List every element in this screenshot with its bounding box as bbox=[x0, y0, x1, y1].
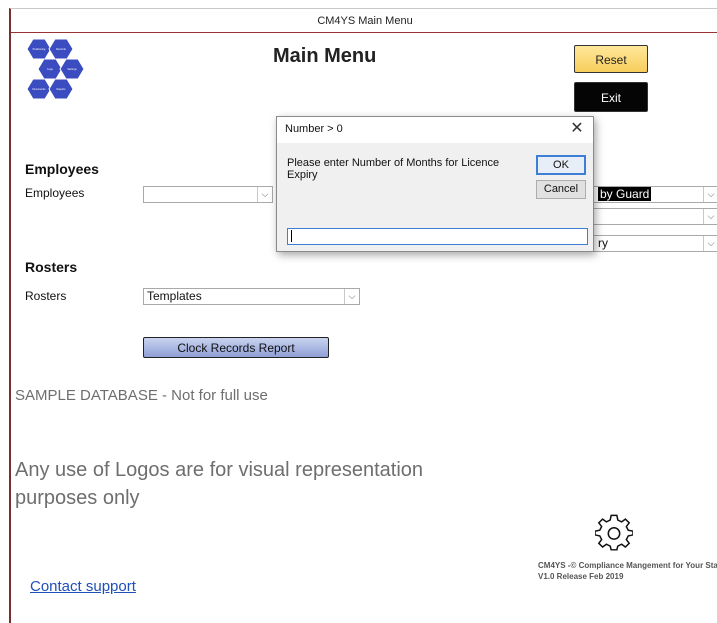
copyright-text: CM4YS -© Compliance Mangement for Your S… bbox=[538, 561, 717, 581]
logo-text-5: Documents bbox=[32, 87, 46, 91]
sample-database-notice: SAMPLE DATABASE - Not for full use bbox=[15, 387, 268, 404]
rosters-combo[interactable]: Templates ⌵ bbox=[143, 288, 360, 305]
page-title: Main Menu bbox=[273, 45, 377, 67]
dialog-body: Please enter Number of Months for Licenc… bbox=[277, 143, 593, 251]
chevron-down-icon[interactable]: ⌵ bbox=[703, 209, 717, 224]
clock-records-report-button[interactable]: Clock Records Report bbox=[143, 337, 329, 358]
dialog-titlebar[interactable]: Number > 0 ✕ bbox=[277, 117, 593, 143]
window-title: CM4YS Main Menu bbox=[11, 9, 717, 33]
main-window: CM4YS Main Menu Positioning Records Logo… bbox=[9, 8, 717, 623]
reset-button[interactable]: Reset bbox=[574, 45, 648, 73]
text-caret bbox=[291, 230, 292, 243]
rosters-label: Rosters bbox=[25, 289, 67, 303]
rosters-section-heading: Rosters bbox=[25, 259, 78, 275]
exit-button[interactable]: Exit bbox=[574, 82, 648, 112]
contact-support-link[interactable]: Contact support bbox=[30, 578, 136, 595]
logo-text-1: Positioning bbox=[33, 47, 46, 51]
dialog-prompt: Please enter Number of Months for Licenc… bbox=[287, 157, 500, 181]
chevron-down-icon[interactable]: ⌵ bbox=[703, 236, 717, 251]
employees-section-heading: Employees bbox=[25, 161, 99, 177]
rosters-combo-value: Templates bbox=[147, 289, 202, 303]
report-combo-3-value: ry bbox=[598, 236, 608, 250]
logos-notice: Any use of Logos are for visual represen… bbox=[15, 459, 424, 509]
months-input[interactable] bbox=[287, 228, 588, 245]
report-combo-1-value: by Guard bbox=[598, 187, 652, 201]
close-icon[interactable]: ✕ bbox=[567, 119, 587, 139]
cancel-button[interactable]: Cancel bbox=[536, 180, 586, 199]
logo-text-2: Records bbox=[56, 47, 66, 51]
employees-combo[interactable]: ⌵ bbox=[143, 186, 273, 203]
logo-text-3: Logo bbox=[47, 67, 53, 71]
employees-label: Employees bbox=[25, 186, 85, 200]
hexagon-logo: Positioning Records Logo Settings Docume… bbox=[26, 38, 85, 100]
chevron-down-icon[interactable]: ⌵ bbox=[703, 187, 717, 202]
gear-icon[interactable] bbox=[595, 514, 633, 552]
chevron-down-icon[interactable]: ⌵ bbox=[344, 289, 359, 304]
logo-text-4: Settings bbox=[67, 67, 77, 71]
chevron-down-icon[interactable]: ⌵ bbox=[257, 187, 272, 202]
dialog-title: Number > 0 bbox=[285, 123, 343, 135]
logo-text-6: Reports bbox=[56, 87, 66, 91]
input-dialog: Number > 0 ✕ Please enter Number of Mont… bbox=[276, 116, 594, 252]
ok-button[interactable]: OK bbox=[536, 155, 586, 175]
